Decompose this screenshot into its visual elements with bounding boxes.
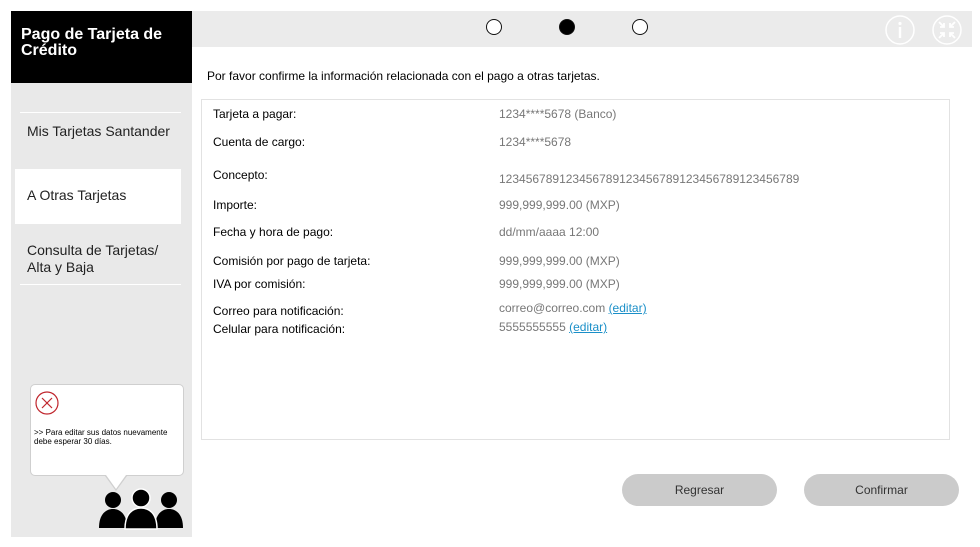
sidebar-item-mis-tarjetas[interactable]: Mis Tarjetas Santander <box>20 123 181 140</box>
step-indicator-1 <box>486 19 502 35</box>
row-label-celular: Celular para notificación: <box>213 322 346 336</box>
row-label-comision: Comisión por pago de tarjeta: <box>213 254 371 268</box>
row-value-fecha: dd/mm/aaaa 12:00 <box>499 225 600 239</box>
step-indicator-2 <box>559 19 575 35</box>
tooltip-box: >> Para editar sus datos nuevamente debe… <box>30 384 184 476</box>
app-title: Pago de Tarjeta de Crédito <box>11 11 192 83</box>
email-value: correo@correo.com <box>499 301 606 315</box>
row-value-comision: 999,999,999.00 (MXP) <box>499 254 620 268</box>
tooltip-text: >> Para editar sus datos nuevamente debe… <box>34 428 168 446</box>
back-button[interactable]: Regresar <box>622 474 777 506</box>
row-value-celular: 5555555555 (editar) <box>499 320 607 334</box>
phone-value: 5555555555 <box>499 320 566 334</box>
row-label-correo: Correo para notificación: <box>213 304 344 318</box>
row-value-importe: 999,999,999.00 (MXP) <box>499 198 620 212</box>
summary-panel <box>201 99 950 440</box>
step-indicator-3 <box>632 19 648 35</box>
row-label-importe: Importe: <box>213 198 258 212</box>
row-label-fecha: Fecha y hora de pago: <box>213 225 334 239</box>
sidebar-divider <box>20 112 181 113</box>
confirm-button[interactable]: Confirmar <box>804 474 959 506</box>
sidebar-divider <box>20 284 181 285</box>
close-circle-icon <box>35 391 59 415</box>
tooltip-pointer <box>106 475 126 489</box>
edit-phone-link[interactable]: (editar) <box>569 320 607 334</box>
sidebar-item-otras-tarjetas[interactable]: A Otras Tarjetas <box>15 169 181 224</box>
row-value-correo: correo@correo.com (editar) <box>499 301 647 315</box>
row-label-cuenta: Cuenta de cargo: <box>213 135 306 149</box>
row-value-cuenta: 1234****5678 <box>499 135 572 149</box>
row-value-tarjeta: 1234****5678 (Banco) <box>499 107 617 121</box>
row-label-tarjeta: Tarjeta a pagar: <box>213 107 297 121</box>
collapse-icon[interactable] <box>932 15 962 45</box>
row-value-iva: 999,999,999.00 (MXP) <box>499 277 620 291</box>
intro-text: Por favor confirme la información relaci… <box>207 69 600 83</box>
info-icon[interactable] <box>885 15 915 45</box>
edit-email-link[interactable]: (editar) <box>609 301 647 315</box>
row-value-concepto: 1234567891234567891234567891234567891234… <box>499 172 800 186</box>
row-label-concepto: Concepto: <box>213 168 268 182</box>
users-group-icon <box>99 488 183 530</box>
row-label-iva: IVA por comisión: <box>213 277 306 291</box>
top-bar <box>192 11 972 47</box>
sidebar-item-consulta-tarjetas[interactable]: Consulta de Tarjetas/ Alta y Baja <box>20 242 181 276</box>
